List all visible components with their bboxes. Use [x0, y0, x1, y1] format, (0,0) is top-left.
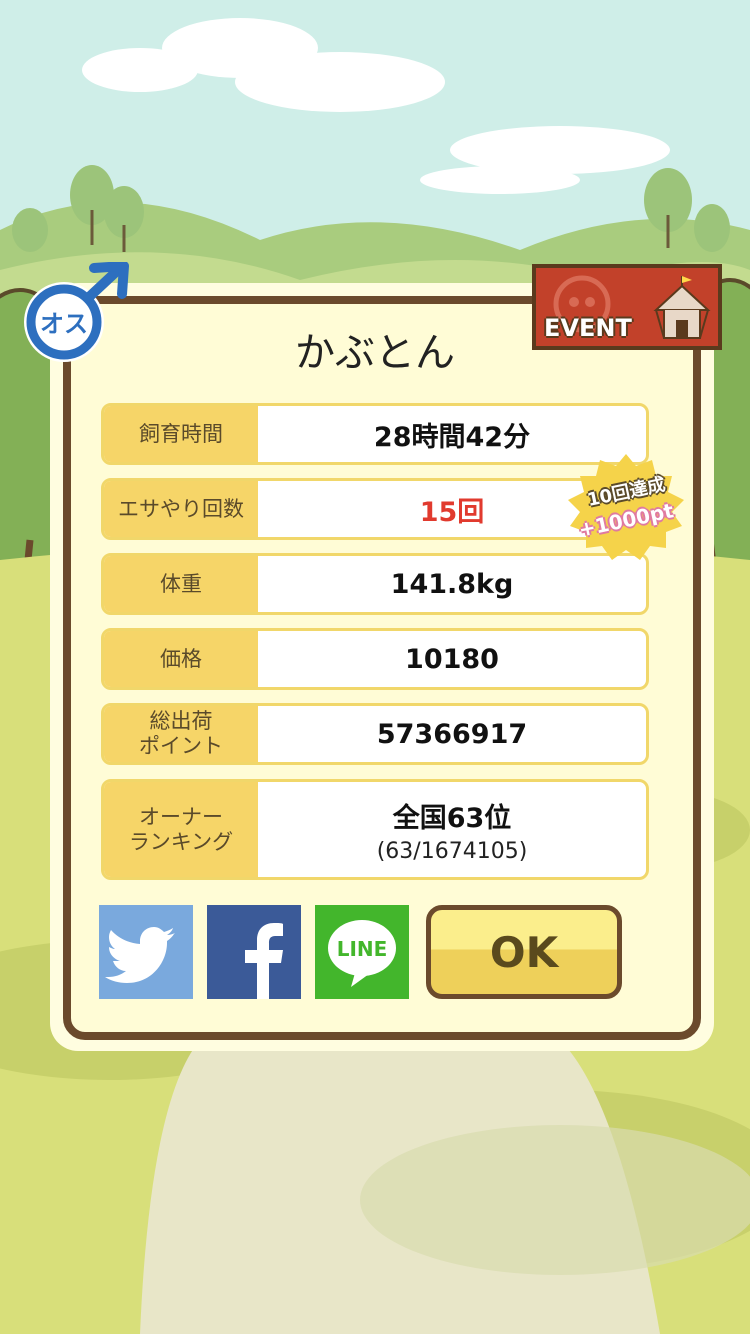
- line-label: LINE: [337, 937, 388, 961]
- stat-label: 飼育時間: [104, 406, 258, 462]
- stat-label-line1: オーナー: [139, 804, 223, 829]
- stat-row-ranking: オーナー ランキング 全国63位 (63/1674105): [101, 779, 649, 880]
- stat-value: 141.8kg: [390, 568, 514, 600]
- stat-row-total-points: 総出荷 ポイント 57366917: [101, 703, 649, 765]
- stat-label-line2: ランキング: [128, 829, 234, 854]
- stat-label-line2: ポイント: [139, 734, 223, 758]
- stat-label: 体重: [104, 556, 258, 612]
- sex-label: オス: [40, 310, 88, 338]
- stat-row-price: 価格 10180: [101, 628, 649, 690]
- stat-label: エサやり回数: [104, 481, 258, 537]
- stat-label: 価格: [104, 631, 258, 687]
- stat-label: オーナー ランキング: [104, 782, 258, 877]
- ranking-value: 全国63位: [392, 802, 512, 834]
- stat-label: 総出荷 ポイント: [104, 706, 258, 762]
- stat-value: 全国63位 (63/1674105): [258, 782, 646, 877]
- event-label: EVENT: [544, 314, 632, 342]
- ranking-detail: (63/1674105): [376, 838, 528, 864]
- stat-label-line1: 総出荷: [149, 709, 213, 733]
- line-logo-icon: LINE: [328, 920, 396, 987]
- event-badge[interactable]: EVENT: [532, 264, 722, 350]
- male-icon: オス: [24, 262, 129, 362]
- twitter-bird-icon: [105, 927, 175, 983]
- achievement-badge: 10回達成 +1000pt: [562, 452, 690, 564]
- ok-button[interactable]: OK: [426, 905, 622, 999]
- facebook-share-button[interactable]: [207, 905, 301, 999]
- stat-value: 10180: [405, 643, 499, 675]
- facebook-f-icon: [245, 923, 283, 999]
- stat-value: 57366917: [376, 718, 528, 750]
- twitter-share-button[interactable]: [99, 905, 193, 999]
- line-share-button[interactable]: LINE: [315, 905, 409, 999]
